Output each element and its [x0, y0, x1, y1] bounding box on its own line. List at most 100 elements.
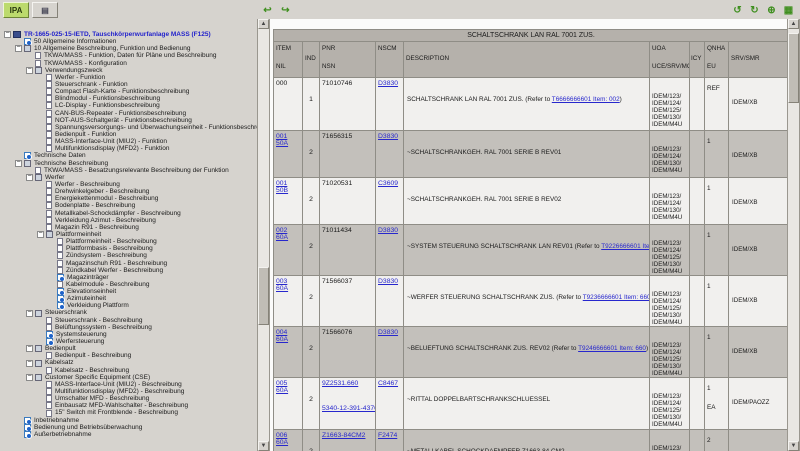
tree-item[interactable]: Verkleidung Azimut - Beschreibung [4, 217, 257, 224]
tree-item[interactable]: Bodenplatte - Beschreibung [4, 202, 257, 210]
tree-item[interactable]: 15" Switch mit Frontblende - Beschreibun… [4, 409, 257, 417]
nscm-link[interactable]: D3830 [378, 329, 398, 336]
rotate-right-button[interactable]: ↻ [747, 4, 762, 17]
refer-to-link[interactable]: T9246666601 Item: 660 [578, 345, 646, 352]
grid-view-button[interactable]: ▦ [781, 4, 796, 17]
pnr-link[interactable]: Z1663-84CM2 [322, 432, 365, 439]
tree-item[interactable]: − TR-1665-025-15-IETD, Tauschkörperwurfan… [4, 30, 257, 39]
ipa-button[interactable]: IPA [3, 2, 29, 18]
tree-item[interactable]: Magazinschuh R91 - Beschreibung [4, 260, 257, 267]
tree-item[interactable]: Multifunktionsdisplay (MFD2) - Beschreib… [4, 388, 257, 396]
refer-to-link[interactable]: T9226666601 Item: 660 [601, 243, 649, 250]
collapse-icon[interactable]: − [26, 344, 33, 353]
tree-item[interactable]: CAN-BUS-Repeater - Funktionsbeschreibung [4, 110, 257, 117]
tree-item[interactable]: Elevationseinheit [4, 288, 257, 297]
table-scrollbar-thumb[interactable] [788, 33, 799, 103]
tree-item[interactable]: TKWA/MASS - Besatzungsrelevante Beschrei… [4, 167, 257, 174]
nav-forward-button[interactable]: ↪ [278, 4, 293, 17]
item-link[interactable]: 001 50A [276, 133, 288, 147]
tree-item[interactable]: Zündkabel Werfer - Beschreibung [4, 267, 257, 274]
tree-item[interactable]: NOT-AUS-Schaltgerät - Funktionsbeschreib… [4, 117, 257, 124]
tree-item[interactable]: Umschalter MFD - Beschreibung [4, 395, 257, 403]
tree-item[interactable]: − Customer Specific Equipment (CSE) [4, 373, 257, 381]
nscm-link[interactable]: C8467 [378, 380, 398, 387]
tree-scrollbar-thumb[interactable] [258, 267, 269, 325]
tree-item[interactable]: Systemsteuerung [4, 331, 257, 339]
collapse-icon[interactable]: − [15, 159, 22, 167]
document-view-button[interactable]: ▤ [32, 2, 58, 18]
item-link[interactable]: 001 50B [276, 180, 288, 194]
tree-item[interactable]: Multifunktionsdisplay (MFD2) - Funktion [4, 145, 257, 153]
tree-item[interactable]: TKWA/MASS - Funktion, Daten für Pläne un… [4, 52, 257, 60]
collapse-icon[interactable]: − [26, 359, 33, 367]
tree-item[interactable]: Magazinträger [4, 274, 257, 282]
tree-item[interactable]: Steuerschrank - Funktion [4, 81, 257, 89]
nscm-link[interactable]: D3830 [378, 227, 398, 234]
item-link[interactable]: 003 60A [276, 278, 288, 292]
tree-item[interactable]: Metallkabel-Schockdämpfer - Beschreibung [4, 210, 257, 217]
scroll-up-icon[interactable]: ▲ [258, 19, 269, 29]
tree-item[interactable]: Azimuteinheit [4, 295, 257, 304]
tree-item[interactable]: − Bedienpult [4, 344, 257, 353]
item-link[interactable]: 006 60A [276, 432, 288, 446]
zoom-in-button[interactable]: ⊕ [764, 4, 779, 17]
collapse-icon[interactable]: − [15, 44, 22, 53]
tree-item[interactable]: Spannungsversorgungs- und Überwachungsei… [4, 124, 257, 131]
tree-item[interactable]: Einbausatz MFD-Wahlschalter - Beschreibu… [4, 402, 257, 410]
collapse-icon[interactable]: − [26, 66, 33, 74]
tree-item[interactable]: Energiekettenmodul - Beschreibung [4, 195, 257, 203]
tree-item[interactable]: − Technische Beschreibung [4, 159, 257, 167]
tree-item[interactable]: Bedienung und Betriebsüberwachung [4, 424, 257, 432]
tree-item[interactable]: 50 Allgemeine Informationen [4, 38, 257, 47]
scroll-up-icon[interactable]: ▲ [788, 19, 799, 29]
tree-item[interactable]: Steuerschrank - Beschreibung [4, 317, 257, 324]
tree-item[interactable]: Verkleidung Plattform [4, 302, 257, 311]
tree-item[interactable]: Werfer - Funktion [4, 74, 257, 81]
tree-item[interactable]: − Werfer [4, 173, 257, 181]
collapse-icon[interactable]: − [37, 230, 44, 238]
nscm-link[interactable]: F2474 [378, 432, 397, 439]
refer-to-link[interactable]: T6666666601 Item: 002 [552, 96, 620, 103]
table-scrollbar[interactable]: ▲ ▼ [787, 19, 800, 451]
tree-scrollbar[interactable]: ▲ ▼ [257, 19, 270, 451]
tree-item[interactable]: TKWA/MASS - Konfiguration [4, 60, 257, 67]
tree-item[interactable]: Drehwinkelgeber - Beschreibung [4, 188, 257, 196]
item-link[interactable]: 005 60A [276, 380, 288, 394]
tree-item[interactable]: − Kabelsatz [4, 359, 257, 367]
tree-item[interactable]: Zündsystem - Beschreibung [4, 252, 257, 260]
tree-item[interactable]: Inbetriebnahme [4, 417, 257, 425]
nscm-link[interactable]: D3830 [378, 278, 398, 285]
tree-item[interactable]: − Verwendungszweck [4, 66, 257, 74]
refer-to-link[interactable]: T9236666601 Item: 660 [583, 294, 649, 301]
tree-item[interactable]: Plattformbasis - Beschreibung [4, 245, 257, 253]
tree-item[interactable]: Bedienpult - Funktion [4, 131, 257, 139]
tree-item[interactable]: Blindmodul - Funktionsbeschreibung [4, 95, 257, 103]
nscm-link[interactable]: D3830 [378, 80, 398, 87]
tree-item[interactable]: − 10 Allgemeine Beschreibung, Funktion un… [4, 44, 257, 53]
item-link[interactable]: 004 60A [276, 329, 288, 343]
collapse-icon[interactable]: − [26, 173, 33, 181]
nscm-link[interactable]: C3609 [378, 180, 398, 187]
tree-item[interactable]: Werfer - Beschreibung [4, 181, 257, 189]
nav-back-button[interactable]: ↩ [260, 4, 275, 17]
tree-item[interactable]: Compact Flash-Karte - Funktionsbeschreib… [4, 88, 257, 96]
tree-item[interactable]: Kabelsatz - Beschreibung [4, 367, 257, 374]
tree-item[interactable]: Kabelmodule - Beschreibung [4, 281, 257, 288]
rotate-left-button[interactable]: ↺ [730, 4, 745, 17]
pnr-link[interactable]: 9Z2531.660 [322, 380, 358, 387]
tree-item[interactable]: Plattformeinheit - Beschreibung [4, 238, 257, 246]
tree-item[interactable]: Technische Daten [4, 152, 257, 161]
nscm-link[interactable]: D3830 [378, 133, 398, 140]
nsn-link[interactable]: 5340-12-391-4376 [322, 405, 375, 412]
collapse-icon[interactable]: − [26, 373, 33, 381]
item-link[interactable]: 002 60A [276, 227, 288, 241]
tree-item[interactable]: Bedienpult - Beschreibung [4, 352, 257, 360]
tree-item[interactable]: Werfersteuerung [4, 338, 257, 347]
tree-item[interactable]: − Steuerschrank [4, 309, 257, 317]
collapse-icon[interactable]: − [26, 309, 33, 317]
tree-item[interactable]: Außerbetriebnahme [4, 431, 257, 439]
tree-item[interactable]: − Plattformeinheit [4, 230, 257, 238]
tree-item[interactable]: LC-Display - Funktionsbeschreibung [4, 102, 257, 110]
collapse-icon[interactable]: − [4, 30, 11, 39]
tree-item[interactable]: MASS-Interface-Unit (MIU2) - Funktion [4, 138, 257, 146]
